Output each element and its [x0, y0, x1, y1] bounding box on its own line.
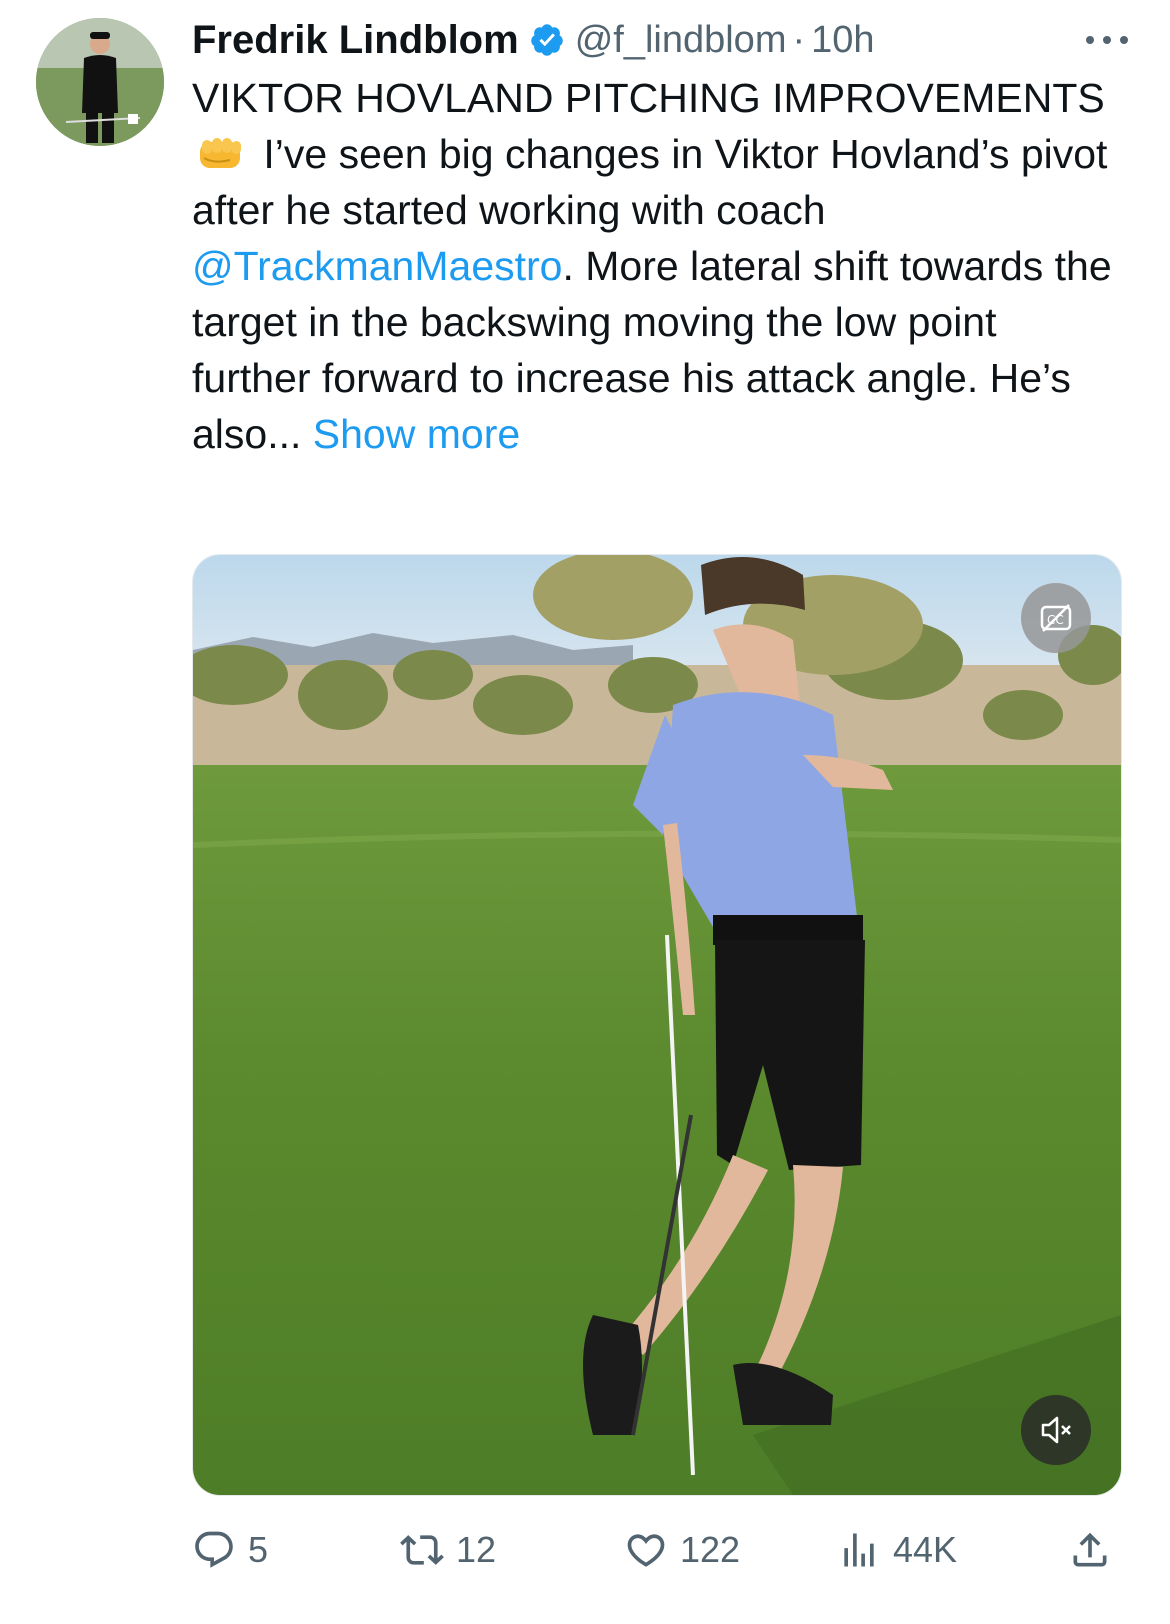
separator-dot: · [792, 18, 806, 61]
golfer-avatar [36, 18, 164, 146]
captions-off-icon: CC [1040, 604, 1072, 632]
views-chart-icon [844, 1533, 874, 1567]
like-button[interactable]: 122 [624, 1520, 740, 1580]
tweet-video[interactable]: CC [192, 554, 1122, 1496]
author-handle[interactable]: @f_lindblom [575, 19, 787, 62]
tweet-text-part2: I’ve seen big changes in Viktor Hovland’… [192, 131, 1108, 233]
show-more-link[interactable]: Show more [313, 411, 520, 457]
mention-link[interactable]: @TrackmanMaestro [192, 243, 562, 289]
share-button[interactable] [1068, 1520, 1124, 1580]
mute-button[interactable] [1021, 1395, 1091, 1465]
views-button[interactable]: 44K [837, 1520, 957, 1580]
verified-badge-icon[interactable] [529, 22, 565, 58]
author-name[interactable]: Fredrik Lindblom [192, 18, 519, 63]
like-count: 122 [680, 1529, 741, 1570]
reply-button[interactable]: 5 [192, 1520, 268, 1580]
oncoming-fist-emoji [200, 138, 241, 168]
views-count: 44K [893, 1529, 958, 1570]
heart-icon [627, 1534, 665, 1567]
more-options-icon[interactable] [1082, 22, 1132, 58]
golf-video-frame [193, 555, 1121, 1495]
tweet-timestamp[interactable]: 10h [811, 19, 874, 62]
share-icon [1073, 1532, 1107, 1567]
retweet-icon [400, 1535, 444, 1565]
tweet-text-part1: VIKTOR HOVLAND PITCHING IMPROVEMENTS [192, 75, 1105, 121]
captions-button[interactable]: CC [1021, 583, 1091, 653]
author-avatar[interactable] [36, 18, 164, 146]
reply-icon [195, 1531, 233, 1568]
tweet-header: Fredrik Lindblom @f_lindblom · 10h [192, 14, 1132, 66]
reply-count: 5 [248, 1529, 269, 1570]
tweet-text: VIKTOR HOVLAND PITCHING IMPROVEMENTS I’v… [192, 70, 1112, 462]
retweet-button[interactable]: 12 [400, 1520, 496, 1580]
retweet-count: 12 [456, 1529, 497, 1570]
tweet-action-bar: 5 12 122 44K [192, 1520, 1120, 1580]
speaker-muted-icon [1041, 1416, 1071, 1444]
